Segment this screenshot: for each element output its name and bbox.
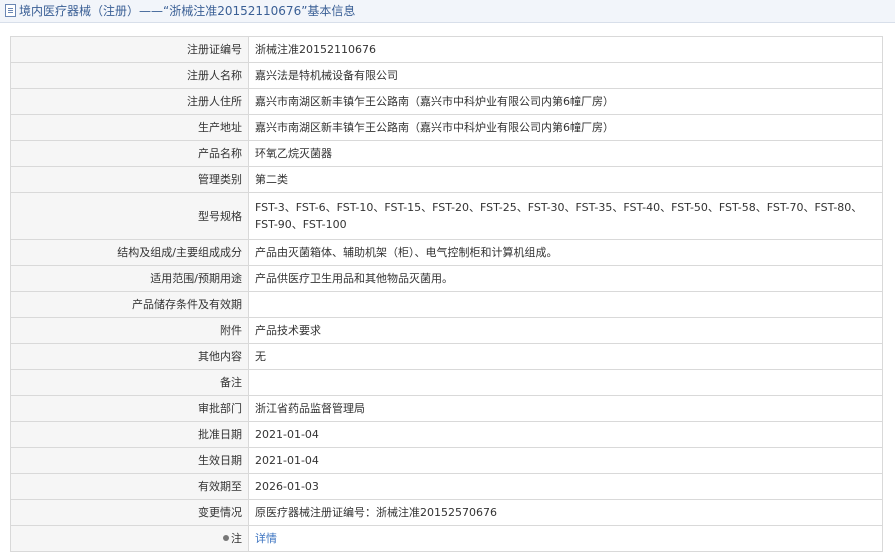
table-row: 备注 [10,369,883,396]
row-label: 变更情况 [10,499,249,526]
table-row: 适用范围/预期用途 产品供医疗卫生用品和其他物品灭菌用。 [10,265,883,292]
row-label: 生效日期 [10,447,249,474]
row-label: 产品名称 [10,140,249,167]
table-row: 注册人名称 嘉兴法是特机械设备有限公司 [10,62,883,89]
info-table-wrapper: 注册证编号 浙械注准20152110676 注册人名称 嘉兴法是特机械设备有限公… [10,36,883,552]
row-label: 备注 [10,369,249,396]
table-row: 注册证编号 浙械注准20152110676 [10,36,883,63]
row-label: 注册证编号 [10,36,249,63]
row-label: 批准日期 [10,421,249,448]
table-row: 有效期至 2026-01-03 [10,473,883,500]
row-label: 有效期至 [10,473,249,500]
row-value: 浙械注准20152110676 [248,36,883,63]
row-value: 无 [248,343,883,370]
row-label: 生产地址 [10,114,249,141]
table-row: 审批部门 浙江省药品监督管理局 [10,395,883,422]
row-label: 注册人名称 [10,62,249,89]
table-row: 注 详情 [10,525,883,552]
row-value: 详情 [248,525,883,552]
details-link[interactable]: 详情 [255,532,277,545]
note-icon [223,535,229,541]
row-value: 环氧乙烷灭菌器 [248,140,883,167]
table-row: 注册人住所 嘉兴市南湖区新丰镇乍王公路南（嘉兴市中科炉业有限公司内第6幢厂房） [10,88,883,115]
row-label: 型号规格 [10,192,249,240]
table-row: 结构及组成/主要组成成分 产品由灭菌箱体、辅助机架（柜）、电气控制柜和计算机组成… [10,239,883,266]
row-label: 审批部门 [10,395,249,422]
page-title: 境内医疗器械（注册）——“浙械注准20152110676”基本信息 [19,4,356,18]
row-label: 其他内容 [10,343,249,370]
table-row: 生效日期 2021-01-04 [10,447,883,474]
row-value: 第二类 [248,166,883,193]
table-row: 其他内容 无 [10,343,883,370]
row-value: 2021-01-04 [248,421,883,448]
document-icon [5,4,16,17]
row-value: 嘉兴市南湖区新丰镇乍王公路南（嘉兴市中科炉业有限公司内第6幢厂房） [248,114,883,141]
table-row: 型号规格 FST-3、FST-6、FST-10、FST-15、FST-20、FS… [10,192,883,240]
table-row: 生产地址 嘉兴市南湖区新丰镇乍王公路南（嘉兴市中科炉业有限公司内第6幢厂房） [10,114,883,141]
row-label: 附件 [10,317,249,344]
row-value: 嘉兴法是特机械设备有限公司 [248,62,883,89]
table-row: 产品储存条件及有效期 [10,291,883,318]
row-value: 产品技术要求 [248,317,883,344]
table-row: 变更情况 原医疗器械注册证编号：浙械注准20152570676 [10,499,883,526]
row-value: FST-3、FST-6、FST-10、FST-15、FST-20、FST-25、… [248,192,883,240]
row-value: 浙江省药品监督管理局 [248,395,883,422]
row-value: 产品由灭菌箱体、辅助机架（柜）、电气控制柜和计算机组成。 [248,239,883,266]
row-value [248,369,883,396]
row-label: 产品储存条件及有效期 [10,291,249,318]
page-title-bar: 境内医疗器械（注册）——“浙械注准20152110676”基本信息 [0,0,895,23]
table-row: 产品名称 环氧乙烷灭菌器 [10,140,883,167]
table-row: 批准日期 2021-01-04 [10,421,883,448]
row-value: 嘉兴市南湖区新丰镇乍王公路南（嘉兴市中科炉业有限公司内第6幢厂房） [248,88,883,115]
row-value: 产品供医疗卫生用品和其他物品灭菌用。 [248,265,883,292]
row-value: 2026-01-03 [248,473,883,500]
row-value: 原医疗器械注册证编号：浙械注准20152570676 [248,499,883,526]
row-label: 适用范围/预期用途 [10,265,249,292]
row-value [248,291,883,318]
note-label-cell: 注 [10,525,249,552]
table-row: 附件 产品技术要求 [10,317,883,344]
row-label: 注 [231,532,242,545]
row-value: 2021-01-04 [248,447,883,474]
table-row: 管理类别 第二类 [10,166,883,193]
basic-info-table: 注册证编号 浙械注准20152110676 注册人名称 嘉兴法是特机械设备有限公… [10,36,883,552]
row-label: 管理类别 [10,166,249,193]
row-label: 注册人住所 [10,88,249,115]
row-label: 结构及组成/主要组成成分 [10,239,249,266]
